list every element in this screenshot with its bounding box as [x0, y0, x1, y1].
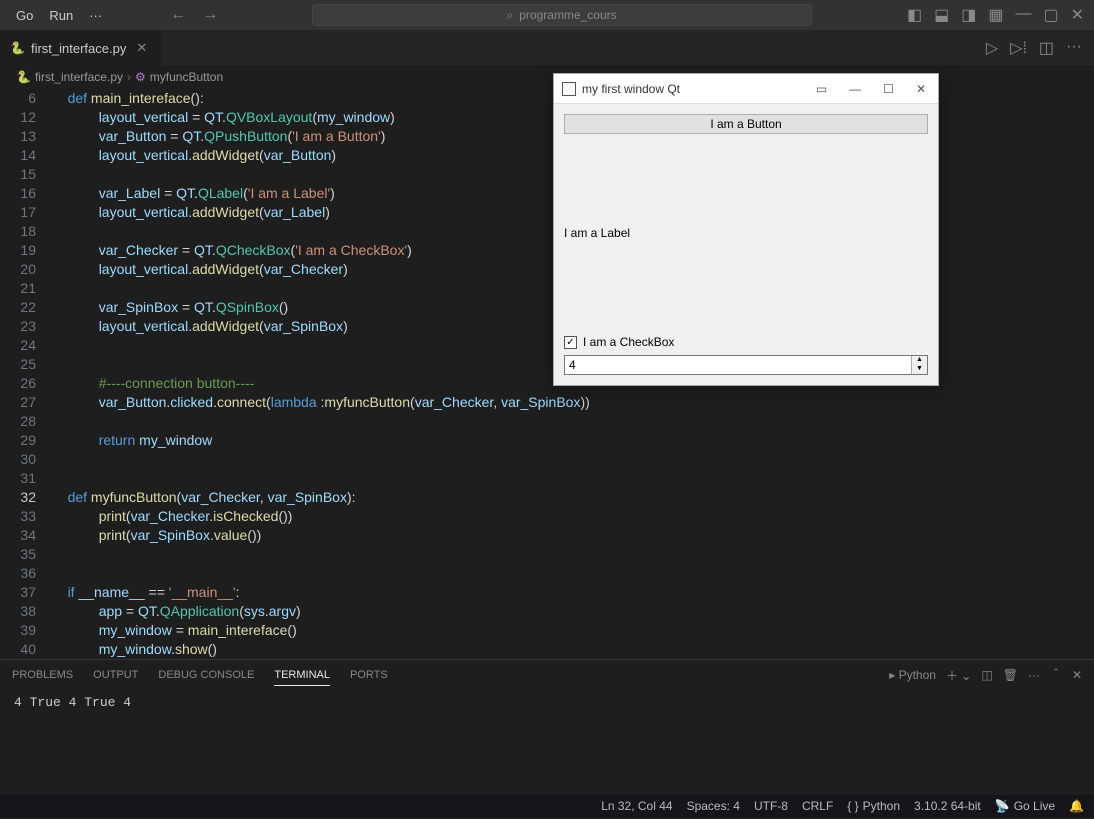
close-icon[interactable]: ✕ [1069, 3, 1086, 27]
tab-close-icon[interactable]: ✕ [132, 40, 151, 56]
panel-more-icon[interactable]: ··· [1028, 668, 1040, 682]
line-gutter: 6121314151617181920212223242526272829303… [0, 89, 52, 659]
panel-tab-debug-console[interactable]: DEBUG CONSOLE [158, 665, 254, 686]
qt-app-window[interactable]: my first window Qt ▭ — ☐ ✕ I am a Button… [553, 73, 939, 386]
python-version[interactable]: 3.10.2 64-bit [914, 799, 981, 813]
qt-help-icon[interactable]: ▭ [812, 78, 831, 100]
qt-app-icon [562, 82, 576, 96]
cursor-position[interactable]: Ln 32, Col 44 [601, 799, 672, 813]
qt-spin-up-icon[interactable]: ▲ [912, 356, 927, 365]
terminal-output[interactable]: 4 True 4 True 4 [0, 690, 1094, 715]
panel-tab-problems[interactable]: PROBLEMS [12, 665, 73, 686]
qt-close-icon[interactable]: ✕ [912, 78, 930, 100]
indentation[interactable]: Spaces: 4 [687, 799, 740, 813]
layout-sidebar-left-icon[interactable]: ◧ [905, 3, 924, 27]
tabs-bar: 🐍 first_interface.py ✕ ▷ ▷⁞ ◫ ··· [0, 30, 1094, 65]
customize-layout-icon[interactable]: ▦ [986, 3, 1005, 27]
menu-run[interactable]: Run [41, 8, 81, 23]
panel-tab-terminal[interactable]: TERMINAL [274, 665, 330, 686]
qt-checkbox-label[interactable]: I am a CheckBox [583, 335, 674, 349]
notifications-icon[interactable]: 🔔 [1069, 799, 1084, 813]
qt-label: I am a Label [564, 134, 928, 331]
search-icon: ⌕ [507, 8, 514, 23]
run-python-icon[interactable]: ▷ [986, 38, 998, 58]
method-icon: ⚙ [135, 70, 146, 84]
run-debug-icon[interactable]: ▷⁞ [1010, 38, 1027, 58]
breadcrumb-file[interactable]: first_interface.py [35, 70, 123, 84]
maximize-icon[interactable]: ▢ [1041, 3, 1060, 27]
kill-terminal-icon[interactable]: 🗑 [1003, 668, 1018, 682]
tab-filename: first_interface.py [31, 41, 126, 56]
qt-push-button[interactable]: I am a Button [564, 114, 928, 134]
qt-titlebar[interactable]: my first window Qt ▭ — ☐ ✕ [554, 74, 938, 104]
qt-window-title: my first window Qt [582, 82, 680, 96]
go-live[interactable]: 📡 Go Live [995, 799, 1055, 813]
python-file-icon: 🐍 [10, 41, 25, 55]
menu-more[interactable]: ··· [81, 8, 110, 23]
encoding[interactable]: UTF-8 [754, 799, 788, 813]
qt-minimize-icon[interactable]: — [845, 78, 865, 100]
qt-maximize-icon[interactable]: ☐ [879, 78, 898, 100]
breadcrumb-symbol[interactable]: myfuncButton [150, 70, 223, 84]
new-terminal-icon[interactable]: ＋ ⌄ [946, 667, 971, 684]
editor-tab[interactable]: 🐍 first_interface.py ✕ [0, 30, 161, 65]
command-center[interactable]: ⌕ programme_cours [312, 4, 812, 26]
layout-panel-icon[interactable]: ⬓ [932, 3, 951, 27]
statusbar: Ln 32, Col 44 Spaces: 4 UTF-8 CRLF { } P… [0, 795, 1094, 817]
panel-maximize-icon[interactable]: ＾ [1050, 667, 1062, 684]
split-editor-icon[interactable]: ◫ [1039, 38, 1054, 58]
panel-tab-ports[interactable]: PORTS [350, 665, 388, 686]
panel-tabs: PROBLEMS OUTPUT DEBUG CONSOLE TERMINAL PORTS [12, 665, 388, 686]
layout-sidebar-right-icon[interactable]: ◨ [959, 3, 978, 27]
qt-spinbox[interactable]: ▲ ▼ [564, 355, 928, 375]
menu-go[interactable]: Go [8, 8, 41, 23]
python-file-icon: 🐍 [16, 70, 31, 84]
panel-close-icon[interactable]: ✕ [1072, 668, 1082, 682]
search-text: programme_cours [519, 8, 616, 22]
qt-spinbox-input[interactable] [565, 356, 911, 374]
panel-tab-output[interactable]: OUTPUT [93, 665, 138, 686]
language-mode[interactable]: { } Python [847, 799, 900, 813]
eol[interactable]: CRLF [802, 799, 833, 813]
chevron-right-icon: › [127, 70, 131, 84]
qt-spin-down-icon[interactable]: ▼ [912, 365, 927, 374]
nav-back-icon[interactable]: ← [170, 6, 186, 24]
minimize-icon[interactable]: — [1013, 3, 1033, 27]
qt-checkbox[interactable]: ✓ [564, 336, 577, 349]
split-terminal-icon[interactable]: ◫ [981, 668, 992, 682]
terminal-profile[interactable]: ▸ Python [889, 668, 936, 682]
more-actions-icon[interactable]: ··· [1066, 38, 1082, 58]
nav-forward-icon[interactable]: → [202, 6, 218, 24]
titlebar: Go Run ··· ← → ⌕ programme_cours ◧ ⬓ ◨ ▦… [0, 0, 1094, 30]
